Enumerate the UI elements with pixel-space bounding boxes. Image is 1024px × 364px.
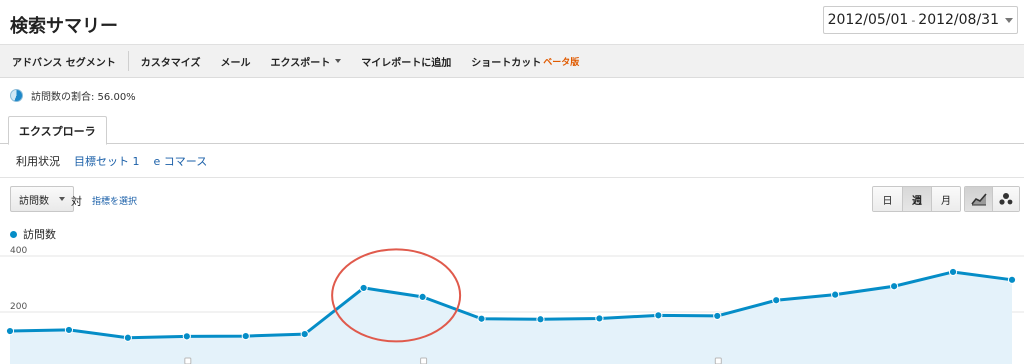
segment-summary: 訪問数の割合: 56.00% (10, 88, 136, 103)
tab-explorer[interactable]: エクスプローラ (8, 116, 107, 145)
data-point (123, 333, 132, 342)
date-range-picker[interactable]: 2012/05/01 - 2012/08/31 (822, 6, 1018, 34)
period-month-button[interactable]: 月 (931, 187, 960, 211)
visits-chart: 400 200 (0, 246, 1024, 364)
y-tick-label: 200 (10, 302, 27, 312)
toolbar-divider (127, 51, 129, 71)
customize-button[interactable]: カスタマイズ (131, 54, 211, 69)
explorer-subnav: 利用状況 目標セット 1 e コマース (0, 144, 1024, 178)
email-label: メール (220, 57, 251, 69)
shortcut-button[interactable]: ショートカット ベータ版 (461, 54, 589, 69)
data-point (831, 290, 840, 299)
data-point (418, 292, 427, 301)
data-point (477, 314, 486, 323)
export-button[interactable]: エクスポート (261, 54, 352, 69)
data-point (713, 311, 722, 321)
line-chart-view-button[interactable] (965, 187, 992, 211)
chart-view-toggle (964, 186, 1020, 212)
date-start: 2012/05/01 (827, 12, 909, 28)
advanced-segment-label: アドバンス セグメント (12, 57, 116, 69)
tab-explorer-label: エクスプローラ (19, 124, 96, 138)
data-point (772, 296, 781, 305)
subnav-goal-set-1[interactable]: 目標セット 1 (74, 153, 140, 169)
tab-bar: エクスプローラ (0, 114, 1024, 145)
date-end: 2012/08/31 (918, 12, 999, 28)
subnav-usage[interactable]: 利用状況 (16, 153, 60, 169)
data-point (1007, 275, 1017, 284)
segment-percentage: 訪問数の割合: 56.00% (31, 92, 136, 103)
chart-controls: 訪問数 対 指標を選択 日 週 月 (0, 186, 1024, 214)
period-toggle: 日 週 月 (872, 186, 961, 212)
series-color-dot (10, 230, 17, 238)
chevron-down-icon (1005, 17, 1013, 23)
annotation-marker (420, 357, 428, 364)
data-point (182, 332, 191, 341)
chevron-down-icon (335, 59, 342, 63)
add-to-dashboard-button[interactable]: マイレポートに追加 (351, 54, 461, 69)
versus-label: 対 (71, 195, 82, 208)
report-toolbar: アドバンス セグメント カスタマイズ メール エクスポート マイレポートに追加 … (0, 44, 1024, 78)
add-to-dashboard-label: マイレポートに追加 (361, 57, 452, 69)
bubble-chart-icon (999, 193, 1013, 205)
data-point (300, 330, 309, 339)
pie-chart-icon (10, 89, 23, 102)
data-point (890, 282, 899, 291)
motion-chart-view-button[interactable] (992, 187, 1019, 211)
title-bar: 検索サマリー 2012/05/01 - 2012/08/31 (0, 0, 1024, 44)
data-point (5, 326, 15, 336)
export-label: エクスポート (270, 57, 331, 69)
annotation-marker (184, 357, 192, 364)
customize-label: カスタマイズ (140, 57, 201, 69)
metric-dropdown[interactable]: 訪問数 (10, 186, 74, 212)
period-day-button[interactable]: 日 (873, 187, 902, 211)
beta-badge: ベータ版 (543, 57, 580, 68)
data-point (536, 315, 545, 324)
date-separator: - (911, 13, 916, 27)
line-chart-icon (970, 193, 987, 206)
shortcut-label: ショートカット (471, 57, 542, 69)
chevron-down-icon (59, 197, 65, 201)
data-point (64, 325, 74, 335)
select-metric-link[interactable]: 指標を選択 (92, 194, 137, 207)
page-title: 検索サマリー (10, 16, 118, 37)
y-tick-label: 400 (10, 246, 27, 256)
period-week-button[interactable]: 週 (902, 187, 931, 211)
subnav-ecommerce[interactable]: e コマース (154, 153, 208, 169)
data-point (359, 283, 368, 293)
annotation-marker (714, 357, 722, 364)
data-point (948, 267, 958, 277)
email-button[interactable]: メール (211, 54, 261, 69)
data-point (654, 311, 663, 320)
metric-dropdown-value: 訪問数 (19, 195, 49, 207)
data-point (595, 314, 604, 323)
advanced-segment-button[interactable]: アドバンス セグメント (0, 54, 126, 69)
data-point (241, 331, 250, 341)
